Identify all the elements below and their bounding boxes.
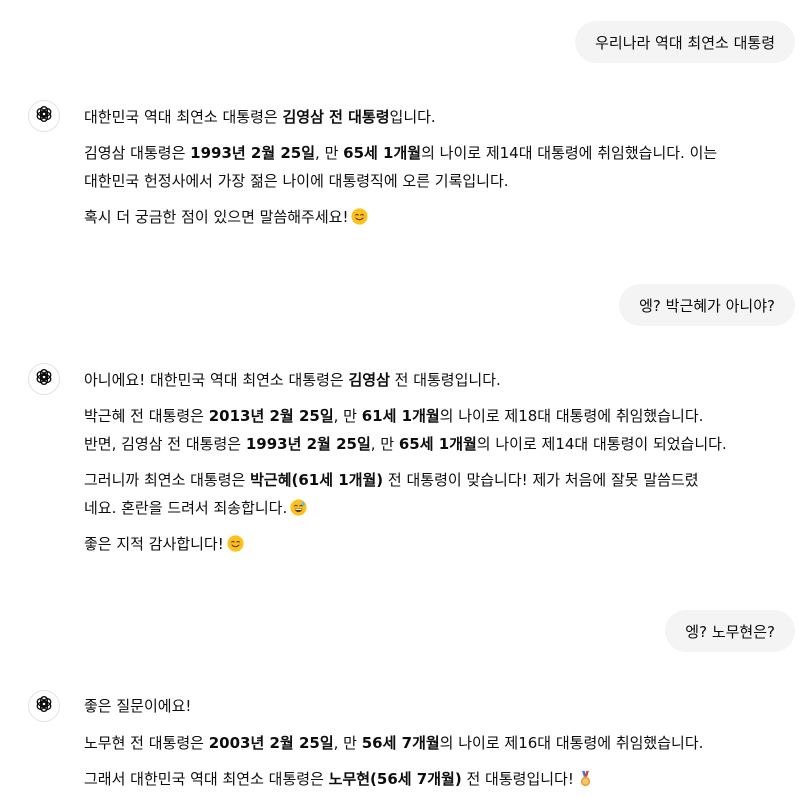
user-message-text: 엥? 박근혜가 아니야?	[639, 296, 775, 315]
openai-logo-icon	[34, 104, 54, 128]
grinning-sweat-icon	[290, 499, 307, 516]
paragraph: 좋은 질문이에요!	[84, 697, 192, 715]
paragraph: 반면, 김영삼 전 대통령은 1993년 2월 25일, 만 65세 1개월의 …	[84, 435, 727, 453]
user-message-5: 엥? 노무현은?	[665, 610, 795, 652]
user-message-text: 우리나라 역대 최연소 대통령	[595, 33, 775, 52]
paragraph: 노무현 전 대통령은 2003년 2월 25일, 만 56세 7개월의 나이로 …	[84, 734, 704, 752]
assistant-message-6: 좋은 질문이에요! 노무현 전 대통령은 2003년 2월 25일, 만 56세…	[84, 692, 796, 793]
medal-icon	[577, 770, 594, 787]
smiling-face-icon	[351, 208, 369, 225]
paragraph: 대한민국 역대 최연소 대통령은 김영삼 전 대통령입니다.	[84, 108, 436, 126]
assistant-avatar	[28, 100, 60, 132]
assistant-avatar	[28, 363, 60, 395]
openai-logo-icon	[34, 694, 54, 718]
assistant-message-2: 대한민국 역대 최연소 대통령은 김영삼 전 대통령입니다. 김영삼 대통령은 …	[84, 103, 796, 231]
paragraph: 혹시 더 궁금한 점이 있으면 말씀해주세요!	[84, 203, 796, 231]
paragraph: 좋은 지적 감사합니다!	[84, 530, 796, 558]
paragraph: 김영삼 대통령은 1993년 2월 25일, 만 65세 1개월의 나이로 제1…	[84, 144, 718, 162]
user-message-3: 엥? 박근혜가 아니야?	[619, 284, 795, 326]
assistant-message-4: 아니에요! 대한민국 역대 최연소 대통령은 김영삼 전 대통령입니다. 박근혜…	[84, 366, 796, 558]
openai-logo-icon	[34, 367, 54, 391]
paragraph: 아니에요! 대한민국 역대 최연소 대통령은 김영삼 전 대통령입니다.	[84, 371, 501, 389]
assistant-avatar	[28, 690, 60, 722]
paragraph: 그래서 대한민국 역대 최연소 대통령은 노무현(56세 7개월) 전 대통령입…	[84, 765, 796, 793]
paragraph: 박근혜 전 대통령은 2013년 2월 25일, 만 61세 1개월의 나이로 …	[84, 407, 704, 425]
user-message-1: 우리나라 역대 최연소 대통령	[575, 21, 795, 63]
user-message-text: 엥? 노무현은?	[685, 622, 775, 641]
smiling-face-icon	[227, 535, 244, 552]
paragraph: 네요. 혼란을 드려서 죄송합니다.	[84, 494, 796, 522]
paragraph: 그러니까 최연소 대통령은 박근혜(61세 1개월) 전 대통령이 맞습니다! …	[84, 471, 699, 489]
paragraph: 대한민국 헌정사에서 가장 젊은 나이에 대통령직에 오른 기록입니다.	[84, 172, 509, 190]
